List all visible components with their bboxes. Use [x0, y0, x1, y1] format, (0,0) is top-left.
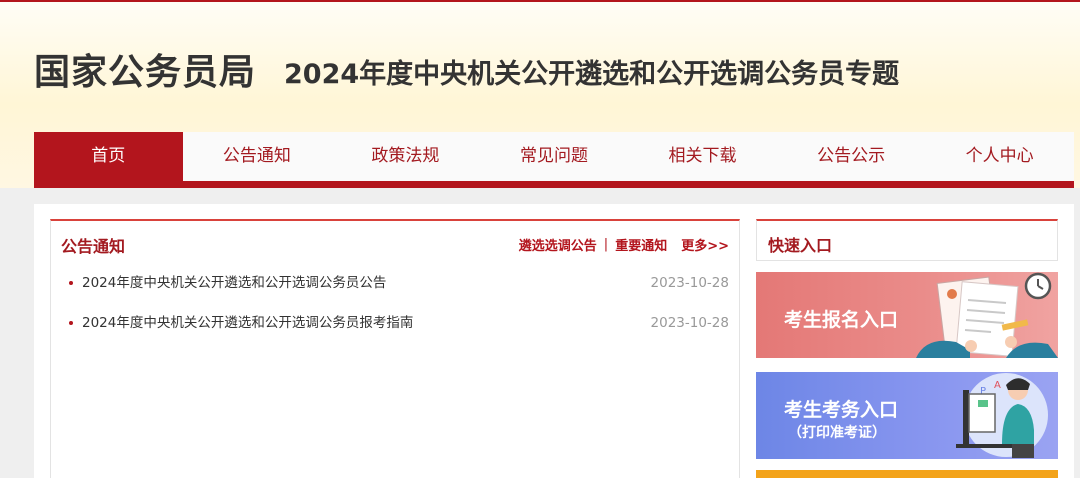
list-item[interactable]: 2024年度中央机关公开遴选和公开选调公务员公告 2023-10-28 [51, 269, 739, 309]
selection-notice-link[interactable]: 遴选选调公告 [519, 235, 597, 254]
nav-item-home[interactable]: 首页 [34, 132, 183, 181]
third-entry-banner[interactable] [756, 470, 1058, 478]
exam-affairs-entry-banner[interactable]: P A C 考生考务入口 （打印准考证） [756, 372, 1058, 459]
quick-entry-title: 快速入口 [768, 236, 833, 255]
notice-panel: 公告通知 遴选选调公告 | 重要通知 更多>> 2024年度中央机关公开遴选和公… [50, 219, 740, 478]
print-admission-ticket-label: （打印准考证） [788, 425, 886, 441]
notice-title[interactable]: 2024年度中央机关公开遴选和公开选调公务员公告 [82, 269, 386, 297]
notice-date: 2023-10-28 [650, 315, 729, 331]
nav-item-faq[interactable]: 常见问题 [480, 132, 629, 181]
page-title: 2024年度中央机关公开遴选和公开选调公务员专题 [284, 59, 900, 90]
quick-entry-header: 快速入口 [756, 219, 1058, 261]
nav-item-downloads[interactable]: 相关下载 [628, 132, 777, 181]
more-link[interactable]: 更多>> [681, 235, 729, 254]
exam-affairs-entry-label: 考生考务入口 [784, 399, 899, 421]
main-nav: 首页 公告通知 政策法规 常见问题 相关下载 公告公示 个人中心 [34, 132, 1074, 188]
link-separator: | [603, 237, 609, 252]
nav-item-policies[interactable]: 政策法规 [331, 132, 480, 181]
bullet-icon [69, 321, 73, 325]
nav-item-personal-center[interactable]: 个人中心 [925, 132, 1074, 181]
nav-item-publicity[interactable]: 公告公示 [777, 132, 926, 181]
nav-item-announcements[interactable]: 公告通知 [183, 132, 332, 181]
notice-title[interactable]: 2024年度中央机关公开遴选和公开选调公务员报考指南 [82, 309, 413, 337]
important-notice-link[interactable]: 重要通知 [615, 235, 667, 254]
bullet-icon [69, 281, 73, 285]
site-logo[interactable]: 国家公务员局 [34, 43, 256, 95]
notice-list: 2024年度中央机关公开遴选和公开选调公务员公告 2023-10-28 2024… [51, 269, 739, 349]
registration-entry-label: 考生报名入口 [784, 309, 899, 331]
notice-date: 2023-10-28 [650, 275, 729, 291]
notice-panel-title: 公告通知 [61, 237, 126, 256]
notice-panel-links: 遴选选调公告 | 重要通知 更多>> [519, 235, 729, 254]
list-item[interactable]: 2024年度中央机关公开遴选和公开选调公务员报考指南 2023-10-28 [51, 309, 739, 349]
registration-entry-banner[interactable]: 考生报名入口 [756, 272, 1058, 358]
svg-text:A: A [994, 380, 1001, 391]
